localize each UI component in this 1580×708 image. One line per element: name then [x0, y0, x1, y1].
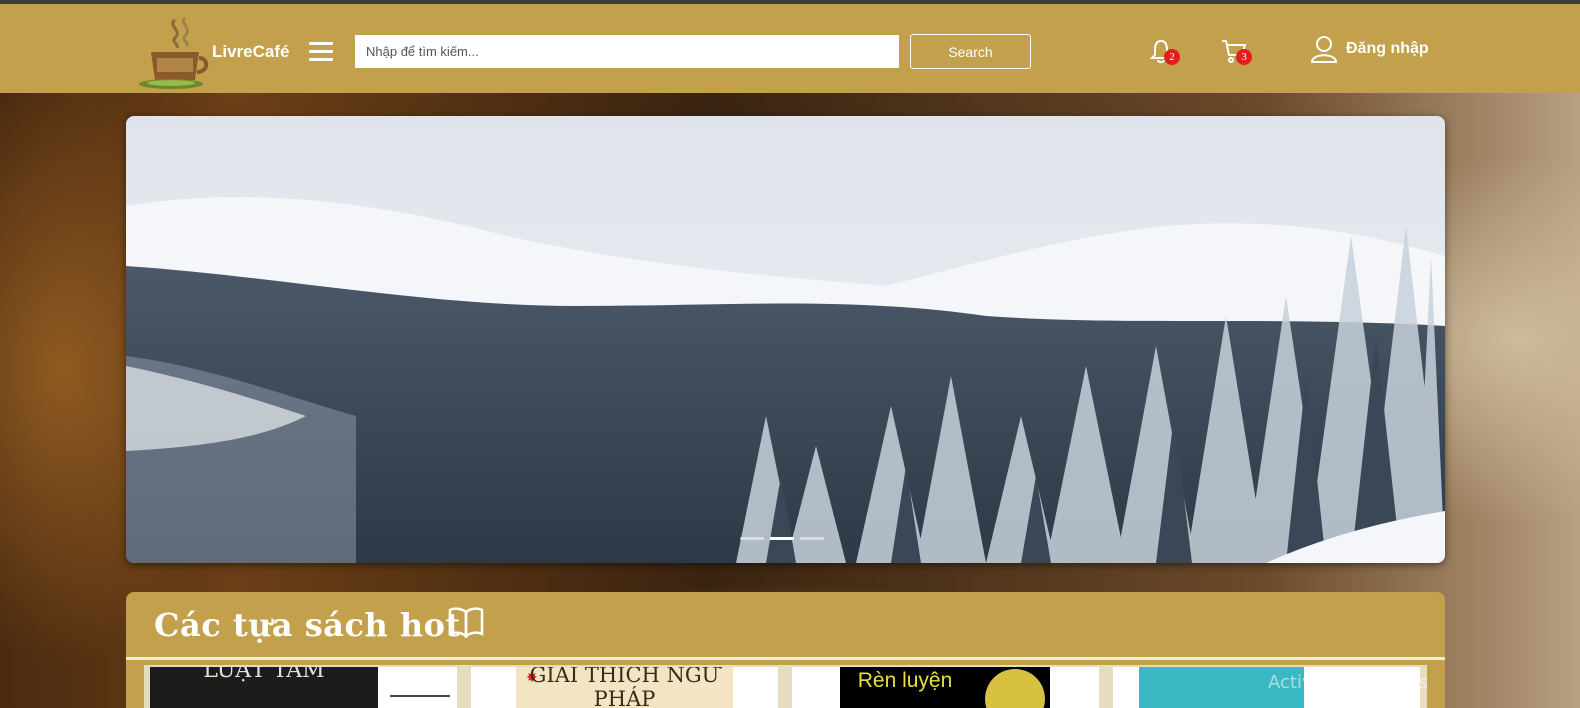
cart-button[interactable]: 3 — [1220, 38, 1256, 68]
carousel-slide-image — [126, 116, 1445, 563]
carousel-indicators — [740, 537, 824, 540]
book-cover: ✸ GIẢI THÍCH NGỮ PHÁP — [516, 667, 733, 708]
book-card[interactable]: ✸ GIẢI THÍCH NGỮ PHÁP — [471, 667, 778, 708]
carousel-dot-3[interactable] — [800, 537, 824, 540]
notification-button[interactable]: 2 — [1148, 38, 1182, 68]
navbar: LivreCafé Search 2 3 Đăng nhập — [0, 4, 1580, 93]
search-button[interactable]: Search — [910, 34, 1031, 69]
book-list: LUẬT TÂM ✸ GIẢI THÍCH NGỮ PHÁP Rèn luyện — [144, 665, 1427, 708]
search-input[interactable] — [355, 35, 899, 68]
cover-line — [390, 695, 450, 697]
book-cover: Rèn luyện — [840, 667, 1050, 708]
hot-books-section: Các tựa sách hot LUẬT TÂM ✸ GIẢI THÍCH N… — [126, 592, 1445, 708]
carousel-dot-2[interactable] — [770, 537, 794, 540]
coffee-cup-logo[interactable] — [137, 16, 213, 90]
login-link[interactable]: Đăng nhập — [1310, 32, 1429, 66]
book-cover-text: Rèn luyện — [857, 669, 953, 692]
banner-carousel[interactable] — [126, 116, 1445, 563]
login-label: Đăng nhập — [1346, 40, 1429, 57]
notification-badge: 2 — [1164, 49, 1180, 65]
menu-icon[interactable] — [309, 42, 333, 64]
brand-name[interactable]: LivreCafé — [212, 42, 289, 62]
book-cover: LUẬT TÂM — [150, 667, 378, 708]
carousel-dot-1[interactable] — [740, 537, 764, 540]
section-divider — [126, 657, 1445, 660]
cart-badge: 3 — [1236, 49, 1252, 65]
section-title: Các tựa sách hot — [154, 606, 461, 644]
user-icon — [1310, 36, 1338, 63]
book-cover-text: LUẬT TÂM — [203, 667, 325, 683]
windows-activation-watermark: Activate Windows — [1268, 672, 1428, 693]
book-card[interactable]: LUẬT TÂM — [150, 667, 457, 708]
book-card[interactable]: Rèn luyện — [792, 667, 1099, 708]
book-cover-text: GIẢI THÍCH NGỮ PHÁP — [529, 667, 720, 708]
book-open-icon — [448, 607, 484, 638]
